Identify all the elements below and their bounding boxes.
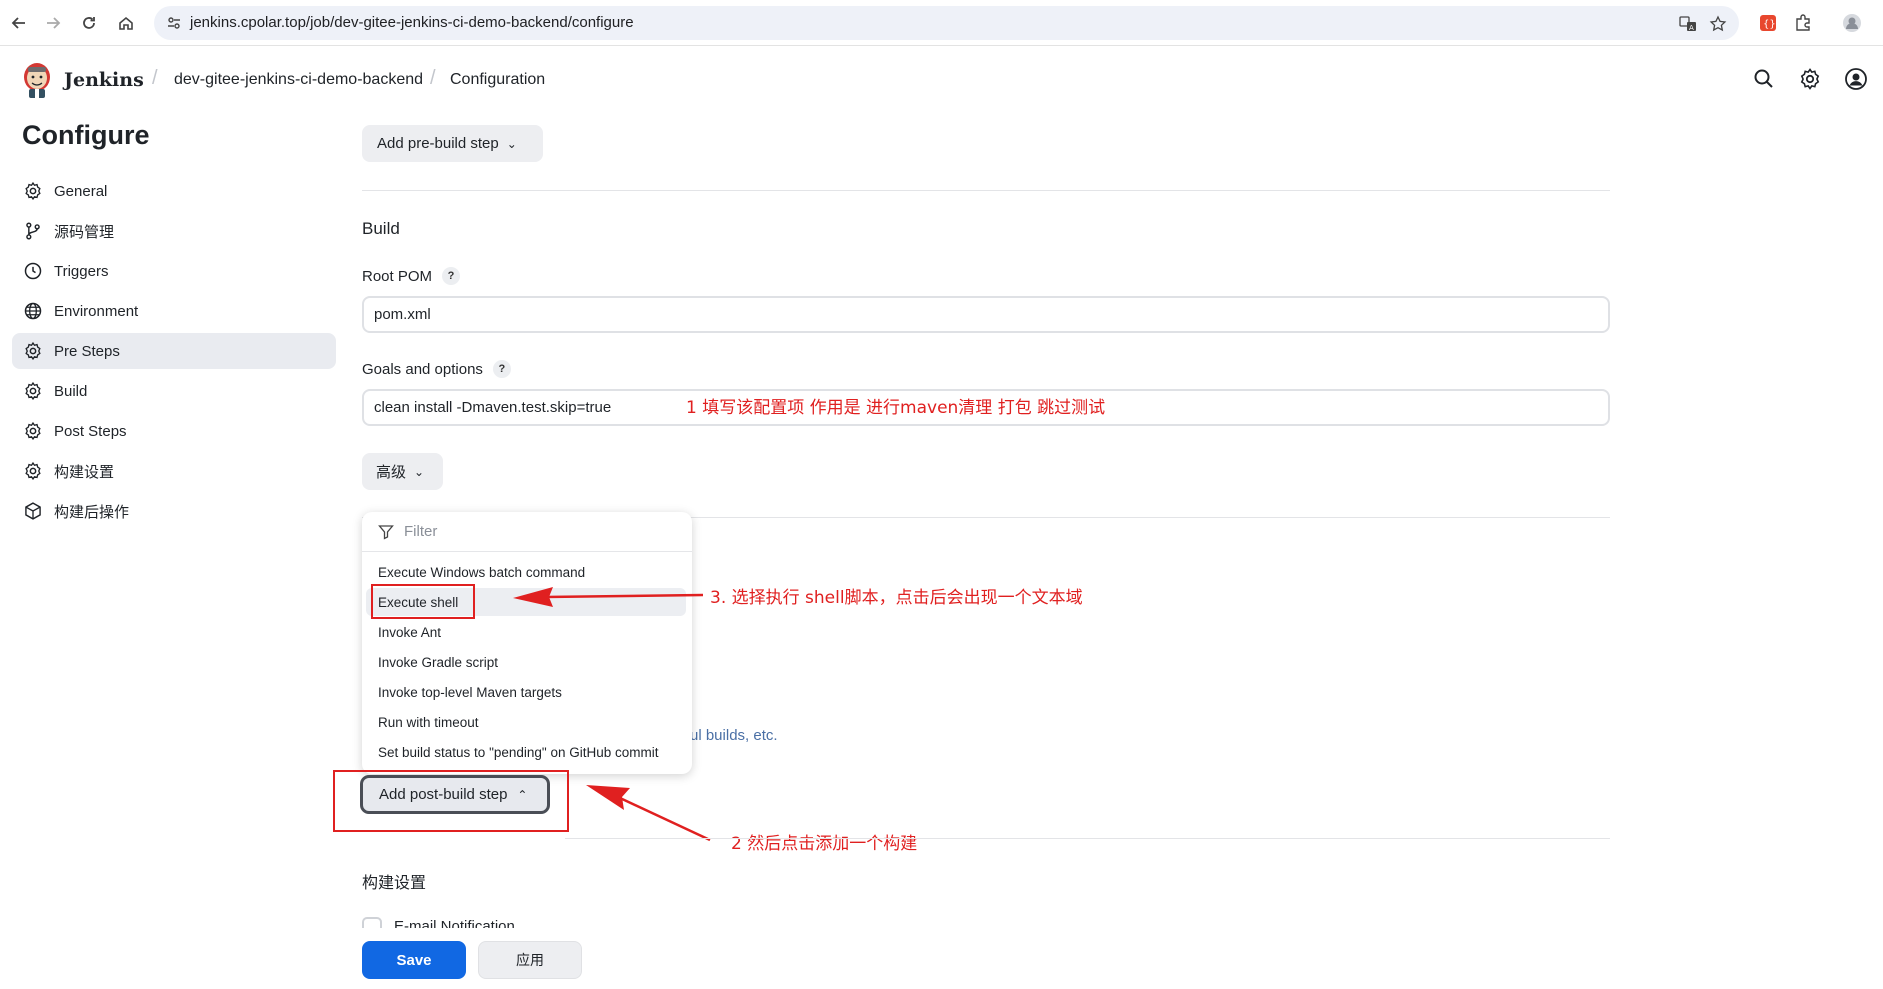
partial-help-link[interactable]: ul builds, etc.: [690, 727, 778, 744]
breadcrumb-separator: /: [430, 67, 436, 89]
gear-icon: [22, 460, 44, 482]
sidebar-item-scm[interactable]: 源码管理: [12, 213, 336, 249]
annotation-step-3: 3. 选择执行 shell脚本，点击后会出现一个文本域: [710, 588, 1083, 608]
cube-icon: [22, 500, 44, 522]
address-bar[interactable]: jenkins.cpolar.top/job/dev-gitee-jenkins…: [154, 6, 1739, 40]
extensions-puzzle-icon[interactable]: [1793, 13, 1813, 33]
highlight-post-build-step: [333, 770, 569, 832]
advanced-label: 高级: [376, 464, 407, 481]
sidebar-item-label: Pre Steps: [54, 342, 120, 360]
root-pom-label-text: Root POM: [362, 267, 433, 285]
bookmark-star-icon[interactable]: [1709, 15, 1727, 33]
email-notification-row[interactable]: E-mail Notification: [362, 915, 562, 929]
build-step-dropdown: Filter Execute Windows batch command Exe…: [362, 512, 692, 774]
gear-icon: [22, 180, 44, 202]
menu-item-invoke-maven[interactable]: Invoke top-level Maven targets: [366, 678, 686, 706]
page-title: Configure: [22, 120, 150, 150]
breadcrumb-configuration[interactable]: Configuration: [450, 71, 545, 89]
dropdown-filter[interactable]: Filter: [362, 512, 692, 552]
search-icon[interactable]: [1752, 67, 1776, 91]
sidebar-item-label: 构建设置: [54, 463, 115, 481]
back-icon[interactable]: [6, 10, 32, 36]
goals-label: Goals and options ?: [362, 360, 511, 378]
filter-icon: [378, 524, 394, 540]
sidebar-item-post-build-actions[interactable]: 构建后操作: [12, 493, 336, 529]
advanced-button[interactable]: 高级 ⌄: [362, 453, 443, 490]
clock-icon: [22, 260, 44, 282]
sidebar-item-label: 构建后操作: [54, 503, 130, 521]
menu-item-github-pending[interactable]: Set build status to "pending" on GitHub …: [366, 738, 686, 766]
chevron-down-icon: ⌄: [506, 136, 517, 151]
build-settings-title: 构建设置: [362, 875, 427, 892]
sidebar-item-pre-steps[interactable]: Pre Steps: [12, 333, 336, 369]
sidebar-item-label: 源码管理: [54, 223, 115, 241]
annotation-arrow-3: [513, 587, 704, 607]
root-pom-label: Root POM ?: [362, 267, 461, 285]
sidebar-item-post-steps[interactable]: Post Steps: [12, 413, 336, 449]
sidebar-item-general[interactable]: General: [12, 173, 336, 209]
menu-item-run-with-timeout[interactable]: Run with timeout: [366, 708, 686, 736]
annotation-arrow-2: [586, 785, 711, 842]
sidebar-item-triggers[interactable]: Triggers: [12, 253, 336, 289]
sidebar-item-label: Triggers: [54, 262, 109, 280]
svg-text:A: A: [1689, 24, 1694, 32]
menu-item-invoke-gradle[interactable]: Invoke Gradle script: [366, 648, 686, 676]
site-info-icon[interactable]: [166, 15, 182, 31]
save-button[interactable]: Save: [362, 941, 466, 979]
sidebar-item-label: Environment: [54, 302, 139, 320]
gear-icon: [22, 420, 44, 442]
sidebar-item-build-settings[interactable]: 构建设置: [12, 453, 336, 489]
add-pre-build-step-button[interactable]: Add pre-build step ⌄: [362, 125, 543, 162]
help-icon[interactable]: ?: [492, 360, 511, 378]
menu-item-invoke-ant[interactable]: Invoke Ant: [366, 618, 686, 646]
annotation-step-2: 2 然后点击添加一个构建: [731, 834, 918, 854]
sidebar-item-environment[interactable]: Environment: [12, 293, 336, 329]
sidebar-item-build[interactable]: Build: [12, 373, 336, 409]
manage-gear-icon[interactable]: [1798, 67, 1822, 91]
highlight-execute-shell: [371, 584, 475, 619]
root-pom-input[interactable]: pom.xml: [362, 296, 1610, 333]
apply-button[interactable]: 应用: [478, 941, 582, 979]
reload-icon[interactable]: [76, 10, 102, 36]
add-pre-build-step-label: Add pre-build step: [377, 135, 499, 152]
branch-icon: [22, 220, 44, 242]
translate-icon[interactable]: A: [1679, 15, 1697, 33]
filter-placeholder: Filter: [404, 523, 438, 540]
breadcrumb-separator: /: [152, 67, 158, 89]
jenkins-logo-icon[interactable]: [20, 61, 54, 99]
globe-icon: [22, 300, 44, 322]
section-divider: [362, 190, 1610, 191]
extension-red-icon[interactable]: {}: [1758, 13, 1778, 33]
jenkins-brand[interactable]: Jenkins: [64, 69, 144, 91]
jenkins-header: Jenkins / dev-gitee-jenkins-ci-demo-back…: [0, 47, 1883, 113]
browser-toolbar: jenkins.cpolar.top/job/dev-gitee-jenkins…: [0, 0, 1883, 46]
breadcrumb-job[interactable]: dev-gitee-jenkins-ci-demo-backend: [174, 71, 423, 89]
sidebar-item-label: Post Steps: [54, 422, 127, 440]
sidebar-item-label: Build: [54, 382, 88, 400]
goals-label-text: Goals and options: [362, 360, 483, 378]
url-text: jenkins.cpolar.top/job/dev-gitee-jenkins…: [190, 14, 634, 31]
build-section-title: Build: [362, 219, 400, 238]
gear-icon: [22, 380, 44, 402]
user-account-icon[interactable]: [1844, 67, 1868, 91]
gear-icon: [22, 340, 44, 362]
forward-icon[interactable]: [40, 10, 66, 36]
help-icon[interactable]: ?: [442, 267, 461, 285]
annotation-step-1: 1 填写该配置项 作用是 进行maven清理 打包 跳过测试: [686, 398, 1106, 418]
svg-text:{}: {}: [1763, 19, 1776, 30]
section-divider: [565, 838, 1610, 839]
home-icon[interactable]: [113, 10, 139, 36]
chevron-down-icon: ⌄: [414, 464, 425, 479]
profile-avatar-icon[interactable]: [1842, 13, 1862, 33]
sidebar-item-label: General: [54, 182, 108, 200]
